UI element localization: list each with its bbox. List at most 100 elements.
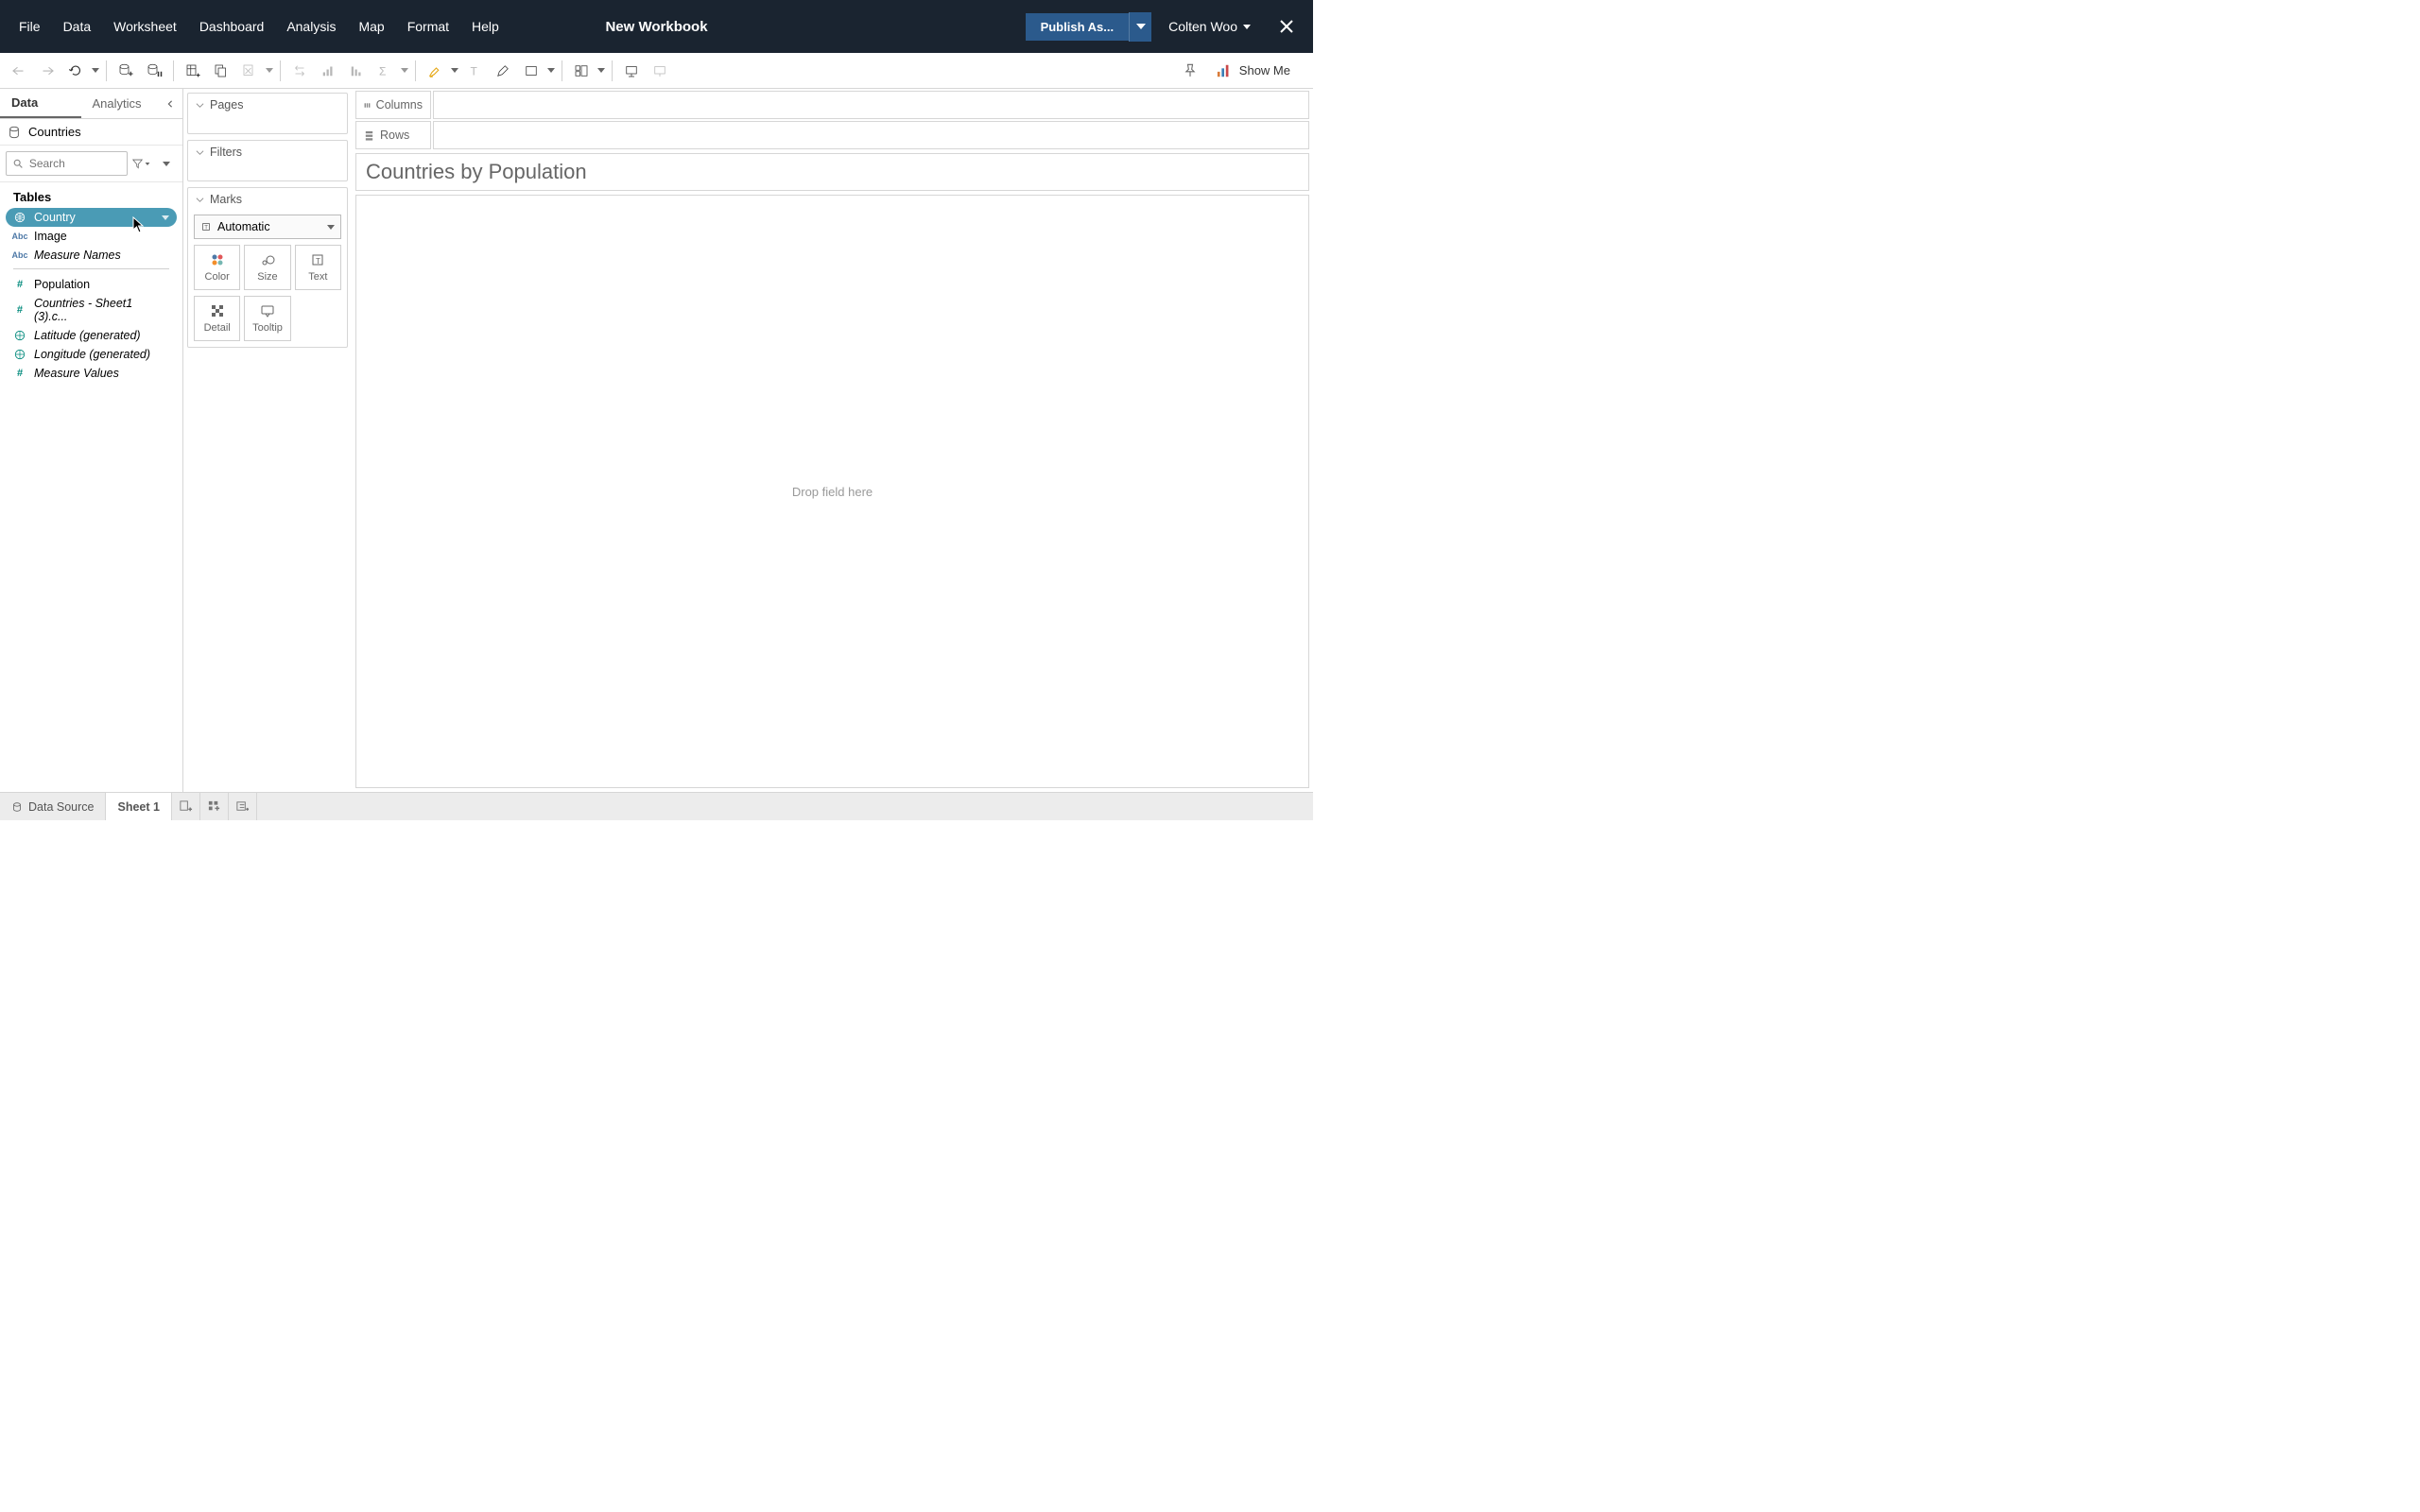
data-guide-button[interactable] bbox=[1177, 58, 1203, 84]
worksheet-area: Columns Rows Countries by Population Dro… bbox=[352, 89, 1313, 792]
search-input[interactable] bbox=[6, 151, 128, 176]
mark-tooltip[interactable]: Tooltip bbox=[244, 296, 290, 341]
text-label-button[interactable]: T bbox=[461, 58, 488, 84]
mark-type-dropdown[interactable]: T Automatic bbox=[194, 215, 341, 239]
field-latitude[interactable]: Latitude (generated) bbox=[6, 326, 177, 345]
dimension-measure-separator bbox=[13, 268, 169, 269]
swap-button[interactable] bbox=[286, 58, 313, 84]
menu-worksheet[interactable]: Worksheet bbox=[102, 11, 188, 42]
sort-asc-button[interactable] bbox=[315, 58, 341, 84]
new-story-icon bbox=[235, 799, 250, 814]
tab-analytics[interactable]: Analytics bbox=[81, 89, 163, 118]
new-data-source-button[interactable] bbox=[112, 58, 139, 84]
data-source-row[interactable]: Countries bbox=[0, 119, 182, 146]
publish-dropdown[interactable] bbox=[1129, 12, 1151, 42]
toolbar: Σ T Show Me bbox=[0, 53, 1313, 89]
marks-label: Marks bbox=[210, 193, 242, 206]
presentation-button[interactable] bbox=[618, 58, 645, 84]
mark-text[interactable]: T Text bbox=[295, 245, 341, 290]
show-cards-dropdown[interactable] bbox=[596, 58, 606, 84]
field-label: Population bbox=[34, 278, 90, 291]
data-pane-menu[interactable] bbox=[156, 151, 177, 176]
field-measure-values[interactable]: # Measure Values bbox=[6, 364, 177, 383]
drop-hint: Drop field here bbox=[792, 485, 873, 499]
presentation-icon bbox=[623, 62, 640, 79]
svg-text:T: T bbox=[316, 257, 320, 266]
chevron-down-icon bbox=[162, 215, 169, 220]
new-worksheet-button[interactable] bbox=[180, 58, 206, 84]
highlight-dropdown[interactable] bbox=[450, 58, 459, 84]
rows-icon bbox=[364, 130, 374, 141]
menu-dashboard[interactable]: Dashboard bbox=[188, 11, 276, 42]
user-menu[interactable]: Colten Woo bbox=[1151, 11, 1268, 42]
worksheet-canvas[interactable]: Drop field here bbox=[355, 195, 1309, 788]
field-list: Country Abc Image Abc Measure Names # Po… bbox=[0, 208, 182, 383]
chevron-down-icon bbox=[92, 68, 99, 73]
field-country[interactable]: Country bbox=[6, 208, 177, 227]
undo-button[interactable] bbox=[6, 58, 32, 84]
filters-card[interactable]: Filters bbox=[187, 140, 348, 181]
new-dashboard-tab[interactable] bbox=[200, 793, 229, 820]
highlight-button[interactable] bbox=[422, 58, 448, 84]
clear-dropdown[interactable] bbox=[265, 58, 274, 84]
field-label: Latitude (generated) bbox=[34, 329, 141, 342]
cards-icon bbox=[573, 62, 590, 79]
funnel-icon bbox=[132, 158, 143, 169]
mark-text-label: Text bbox=[308, 271, 327, 283]
show-cards-button[interactable] bbox=[568, 58, 595, 84]
worksheet-title-bar[interactable]: Countries by Population bbox=[355, 153, 1309, 191]
totals-dropdown[interactable] bbox=[400, 58, 409, 84]
chevron-down-icon bbox=[196, 101, 204, 110]
collapse-pane-button[interactable] bbox=[162, 95, 179, 112]
show-me-button[interactable]: Show Me bbox=[1209, 60, 1298, 82]
view-filter-button[interactable] bbox=[131, 151, 152, 176]
field-measure-names[interactable]: Abc Measure Names bbox=[6, 246, 177, 265]
hash-icon: # bbox=[13, 367, 26, 380]
redo-button[interactable] bbox=[34, 58, 60, 84]
pushpin-icon bbox=[1181, 61, 1200, 80]
columns-label: Columns bbox=[376, 98, 423, 112]
mark-color[interactable]: Color bbox=[194, 245, 240, 290]
new-sheet-icon bbox=[179, 799, 193, 814]
data-source-tab[interactable]: Data Source bbox=[0, 793, 106, 820]
clear-sheet-button[interactable] bbox=[236, 58, 263, 84]
field-population[interactable]: # Population bbox=[6, 275, 177, 294]
rows-shelf[interactable] bbox=[433, 121, 1309, 149]
tab-data[interactable]: Data bbox=[0, 89, 81, 118]
download-button[interactable] bbox=[647, 58, 673, 84]
field-image[interactable]: Abc Image bbox=[6, 227, 177, 246]
fit-dropdown[interactable] bbox=[546, 58, 556, 84]
duplicate-button[interactable] bbox=[208, 58, 234, 84]
close-button[interactable] bbox=[1268, 8, 1305, 45]
new-story-tab[interactable] bbox=[229, 793, 257, 820]
menu-analysis[interactable]: Analysis bbox=[275, 11, 347, 42]
revert-button[interactable] bbox=[62, 58, 89, 84]
mark-size[interactable]: Size bbox=[244, 245, 290, 290]
format-button[interactable] bbox=[490, 58, 516, 84]
pages-card[interactable]: Pages bbox=[187, 93, 348, 134]
new-worksheet-tab[interactable] bbox=[172, 793, 200, 820]
fit-button[interactable] bbox=[518, 58, 544, 84]
menu-file[interactable]: File bbox=[8, 11, 52, 42]
mark-detail[interactable]: Detail bbox=[194, 296, 240, 341]
menu-format[interactable]: Format bbox=[396, 11, 460, 42]
chevron-left-icon bbox=[166, 100, 174, 108]
workbook-title: New Workbook bbox=[605, 19, 707, 35]
menu-data[interactable]: Data bbox=[52, 11, 103, 42]
menu-map[interactable]: Map bbox=[347, 11, 395, 42]
field-count[interactable]: # Countries - Sheet1 (3).c... bbox=[6, 294, 177, 326]
sort-desc-button[interactable] bbox=[343, 58, 370, 84]
search-field[interactable] bbox=[29, 157, 121, 170]
revert-dropdown[interactable] bbox=[91, 58, 100, 84]
swap-icon bbox=[291, 62, 308, 79]
totals-button[interactable]: Σ bbox=[372, 58, 398, 84]
abc-icon: Abc bbox=[13, 249, 26, 262]
publish-button[interactable]: Publish As... bbox=[1026, 13, 1130, 41]
field-longitude[interactable]: Longitude (generated) bbox=[6, 345, 177, 364]
mark-tooltip-label: Tooltip bbox=[252, 322, 283, 334]
datasource-icon bbox=[11, 801, 23, 813]
pause-updates-button[interactable] bbox=[141, 58, 167, 84]
menu-help[interactable]: Help bbox=[460, 11, 510, 42]
sheet-tab[interactable]: Sheet 1 bbox=[106, 793, 171, 820]
columns-shelf[interactable] bbox=[433, 91, 1309, 119]
